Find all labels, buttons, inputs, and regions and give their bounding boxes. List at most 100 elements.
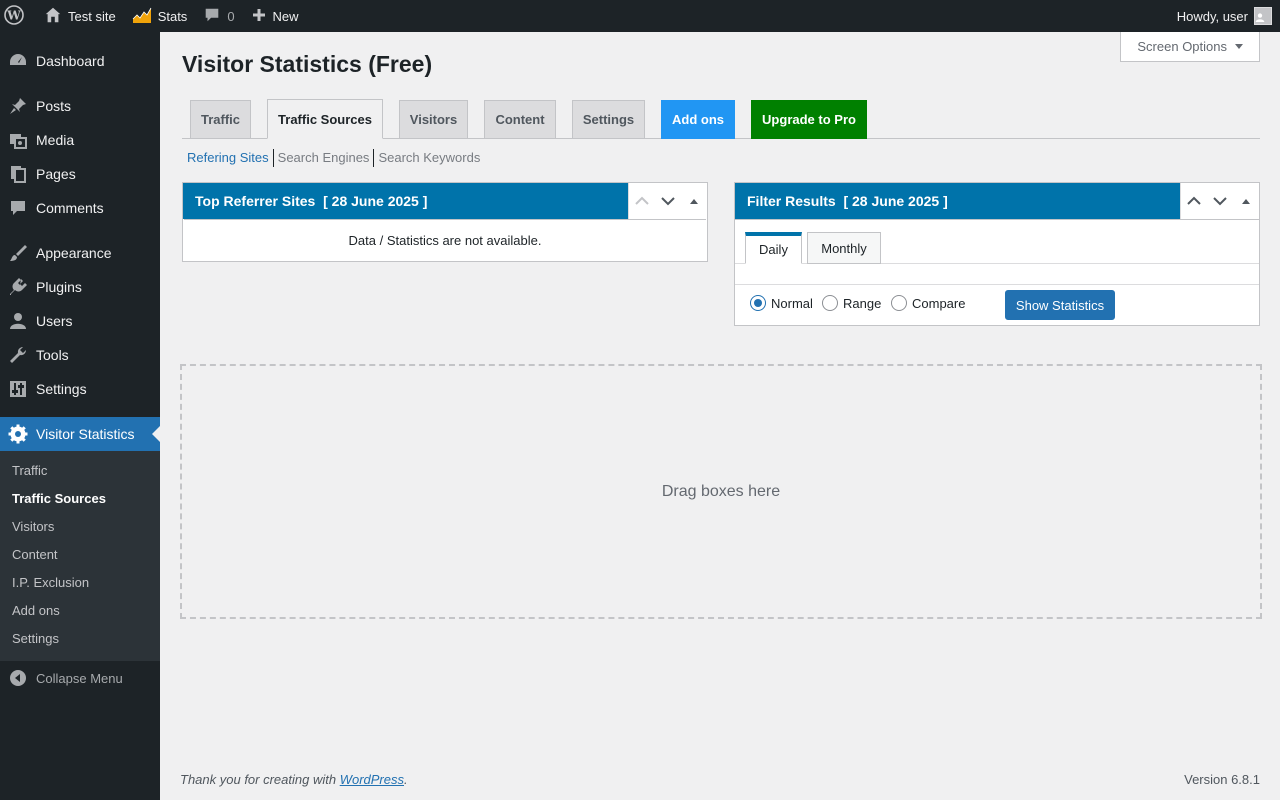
drop-area-label: Drag boxes here [661,482,781,500]
gear-icon [8,424,28,444]
svg-text:W: W [6,8,21,22]
comments-link[interactable]: 0 [195,0,242,32]
chevron-down-icon [661,197,675,206]
nav-tab-wrapper: Traffic Traffic Sources Visitors Content… [182,99,1260,139]
media-icon [8,130,28,150]
radio-compare-input[interactable] [891,295,907,311]
wordpress-link[interactable]: WordPress [340,772,404,787]
plug-icon [8,277,28,297]
show-statistics-button[interactable]: Show Statistics [1005,290,1115,320]
postbox-title: Top Referrer Sites [ 28 June 2025 ] [195,193,428,209]
wordpress-logo-icon: W [4,4,30,28]
plus-icon [251,7,273,26]
move-up-button[interactable] [1181,183,1207,219]
subnav-refering-sites[interactable]: Refering Sites [187,148,273,168]
submenu-ip-exclusion[interactable]: I.P. Exclusion [0,569,160,597]
pages-icon [8,164,28,184]
sidebar-item-settings[interactable]: Settings [0,372,160,406]
footer-thanks: Thank you for creating with WordPress. [180,772,408,787]
postbox-title: Filter Results [ 28 June 2025 ] [747,193,948,209]
triangle-up-icon [690,199,698,204]
toggle-panel-button[interactable] [1233,183,1259,219]
sidebar-item-plugins[interactable]: Plugins [0,270,160,304]
tab-add-ons[interactable]: Add ons [661,100,735,139]
collapse-arrow-icon [10,670,26,686]
admin-bar: W Test site Stats 0 New Howdy, user [0,0,1280,32]
subnav-search-engines[interactable]: Search Engines [274,148,374,168]
traffic-sources-subnav: Refering Sites Search Engines Search Key… [187,148,484,168]
radio-compare[interactable]: Compare [891,295,965,311]
filter-box-body: Daily Monthly Normal Range Compare Show … [735,219,1259,325]
submenu-traffic-sources[interactable]: Traffic Sources [0,485,160,513]
sidebar-item-posts[interactable]: Posts [0,89,160,123]
radio-normal-input[interactable] [750,295,766,311]
comment-bubble-icon [203,6,227,27]
sidebar-item-users[interactable]: Users [0,304,160,338]
submenu-content[interactable]: Content [0,541,160,569]
page-title: Visitor Statistics (Free) [182,51,433,77]
radio-range-input[interactable] [822,295,838,311]
wordpress-logo-button[interactable]: W [0,0,34,32]
footer-version: Version 6.8.1 [1184,772,1260,787]
move-down-button[interactable] [655,183,681,219]
tab-content[interactable]: Content [484,100,556,139]
sidebar-item-visitor-statistics[interactable]: Visitor Statistics [0,417,160,451]
toggle-panel-button[interactable] [681,183,707,219]
screen-options-button[interactable]: Screen Options [1120,32,1260,62]
tab-traffic[interactable]: Traffic [190,100,251,139]
sliders-icon [8,379,28,399]
filter-results-box: Filter Results [ 28 June 2025 ] Daily Mo… [734,182,1260,326]
submenu-traffic[interactable]: Traffic [0,457,160,485]
caret-down-icon [1235,44,1243,49]
tab-upgrade-to-pro[interactable]: Upgrade to Pro [751,100,867,139]
tab-visitors[interactable]: Visitors [399,100,468,139]
postbox-handles [628,183,707,219]
stats-chart-icon [132,6,158,27]
submenu-visitors[interactable]: Visitors [0,513,160,541]
comment-icon [8,198,28,218]
period-tabs: Daily Monthly [735,220,1259,264]
radio-normal[interactable]: Normal [750,295,813,311]
radio-range[interactable]: Range [822,295,881,311]
sidebar-item-appearance[interactable]: Appearance [0,236,160,270]
tab-settings[interactable]: Settings [572,100,645,139]
sidebar-item-dashboard[interactable]: Dashboard [0,44,160,78]
new-content-link[interactable]: New [243,0,307,32]
home-icon [44,6,68,27]
stats-link[interactable]: Stats [124,0,196,32]
tab-monthly[interactable]: Monthly [807,232,881,264]
dashboard-icon [8,51,28,71]
triangle-up-icon [1242,199,1250,204]
admin-sidebar: Dashboard Posts Media Pages Comments App… [0,32,160,800]
main-content: Screen Options Visitor Statistics (Free)… [160,32,1280,800]
sidebar-item-tools[interactable]: Tools [0,338,160,372]
submenu-settings[interactable]: Settings [0,625,160,653]
visitor-statistics-submenu: Traffic Traffic Sources Visitors Content… [0,451,160,661]
move-up-button[interactable] [629,183,655,219]
subnav-search-keywords[interactable]: Search Keywords [374,148,484,168]
chevron-up-icon [635,196,649,205]
postbox-handles [1180,183,1259,219]
sidebar-item-pages[interactable]: Pages [0,157,160,191]
drag-boxes-drop-area[interactable]: Drag boxes here [180,364,1262,619]
postbox-header: Filter Results [ 28 June 2025 ] [735,183,1259,219]
avatar [1254,7,1272,25]
sidebar-item-comments[interactable]: Comments [0,191,160,225]
no-data-message: Data / Statistics are not available. [348,233,542,248]
move-down-button[interactable] [1207,183,1233,219]
chevron-down-icon [1213,197,1227,206]
collapse-menu-button[interactable]: Collapse Menu [0,661,160,695]
pin-icon [8,96,28,116]
chevron-up-icon [1187,196,1201,205]
submenu-add-ons[interactable]: Add ons [0,597,160,625]
site-name-link[interactable]: Test site [36,0,124,32]
filter-controls: Normal Range Compare Show Statistics [735,285,1259,325]
top-referrer-sites-box: Top Referrer Sites [ 28 June 2025 ] Data… [182,182,708,262]
tab-traffic-sources[interactable]: Traffic Sources [267,99,383,139]
wrench-icon [8,345,28,365]
tab-daily[interactable]: Daily [745,232,802,264]
my-account-link[interactable]: Howdy, user [1169,0,1280,32]
user-icon [8,311,28,331]
comments-count: 0 [227,8,235,24]
sidebar-item-media[interactable]: Media [0,123,160,157]
